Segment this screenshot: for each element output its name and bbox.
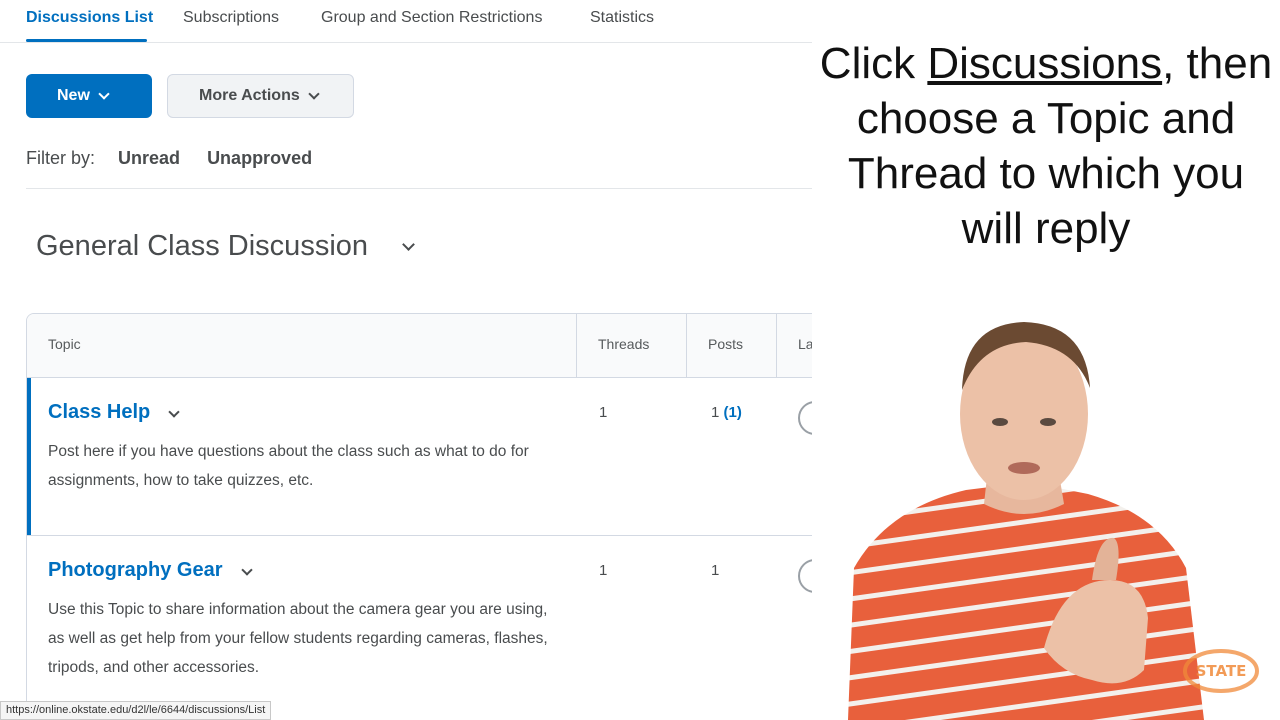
column-header-topic: Topic (48, 336, 81, 352)
logo-text: STATE (1196, 662, 1247, 680)
column-header-posts: Posts (708, 336, 744, 352)
column-header-last-post: La (798, 336, 812, 352)
topic-title-photography-gear[interactable]: Photography Gear (48, 559, 222, 582)
selected-row-indicator (27, 378, 31, 535)
more-actions-label: More Actions (199, 87, 300, 104)
chevron-down-icon[interactable] (168, 406, 180, 418)
column-divider (776, 314, 777, 378)
tab-statistics[interactable]: Statistics (590, 9, 654, 27)
posts-total: 1 (711, 404, 720, 421)
filter-unread[interactable]: Unread (118, 148, 180, 168)
forum-title: General Class Discussion (36, 230, 369, 262)
caption-link-discussions: Discussions (927, 39, 1163, 88)
tab-bar: Discussions List Subscriptions Group and… (0, 0, 812, 43)
chevron-down-icon[interactable] (402, 238, 415, 251)
filter-bar: Filter by: Unread Unapproved (26, 148, 312, 169)
new-button[interactable]: New (26, 74, 152, 118)
avatar (798, 559, 812, 593)
more-actions-button[interactable]: More Actions (167, 74, 354, 118)
avatar (798, 401, 812, 435)
column-divider (686, 314, 687, 378)
caption-text: Click (819, 39, 928, 88)
tab-discussions-list[interactable]: Discussions List (26, 9, 153, 27)
active-tab-indicator (26, 39, 147, 42)
topic-description: Use this Topic to share information abou… (48, 601, 548, 676)
topics-table: Topic Threads Posts La Class Help Post h… (26, 313, 812, 720)
instruction-caption: Click Discussions, then choose a Topic a… (812, 36, 1280, 256)
table-row: Class Help Post here if you have questio… (27, 378, 812, 536)
chevron-down-icon (308, 87, 320, 100)
filter-label: Filter by: (26, 148, 96, 168)
posts-count: 1 (1) (711, 404, 742, 421)
table-header: Topic Threads Posts La (27, 314, 812, 378)
topic-description: Post here if you have questions about th… (48, 443, 529, 489)
osu-logo: STATE (1183, 649, 1259, 693)
tab-group-section-restrictions[interactable]: Group and Section Restrictions (321, 9, 542, 27)
instruction-overlay: Click Discussions, then choose a Topic a… (812, 0, 1280, 720)
filter-unapproved[interactable]: Unapproved (207, 148, 312, 168)
posts-count: 1 (711, 562, 720, 579)
topic-title-class-help[interactable]: Class Help (48, 401, 150, 424)
column-divider (576, 314, 577, 378)
column-header-threads: Threads (598, 336, 650, 352)
unread-posts-count[interactable]: (1) (724, 404, 742, 421)
threads-count: 1 (599, 562, 608, 579)
tab-subscriptions[interactable]: Subscriptions (183, 9, 279, 27)
chevron-down-icon[interactable] (241, 564, 253, 576)
new-button-label: New (57, 87, 90, 104)
presenter-video (848, 322, 1204, 720)
table-row: Photography Gear Use this Topic to share… (27, 536, 812, 720)
chevron-down-icon (98, 87, 110, 100)
divider (26, 188, 812, 189)
threads-count: 1 (599, 404, 608, 421)
status-bar-url: https://online.okstate.edu/d2l/le/6644/d… (0, 701, 272, 720)
discussions-screen: Discussions List Subscriptions Group and… (0, 0, 812, 720)
